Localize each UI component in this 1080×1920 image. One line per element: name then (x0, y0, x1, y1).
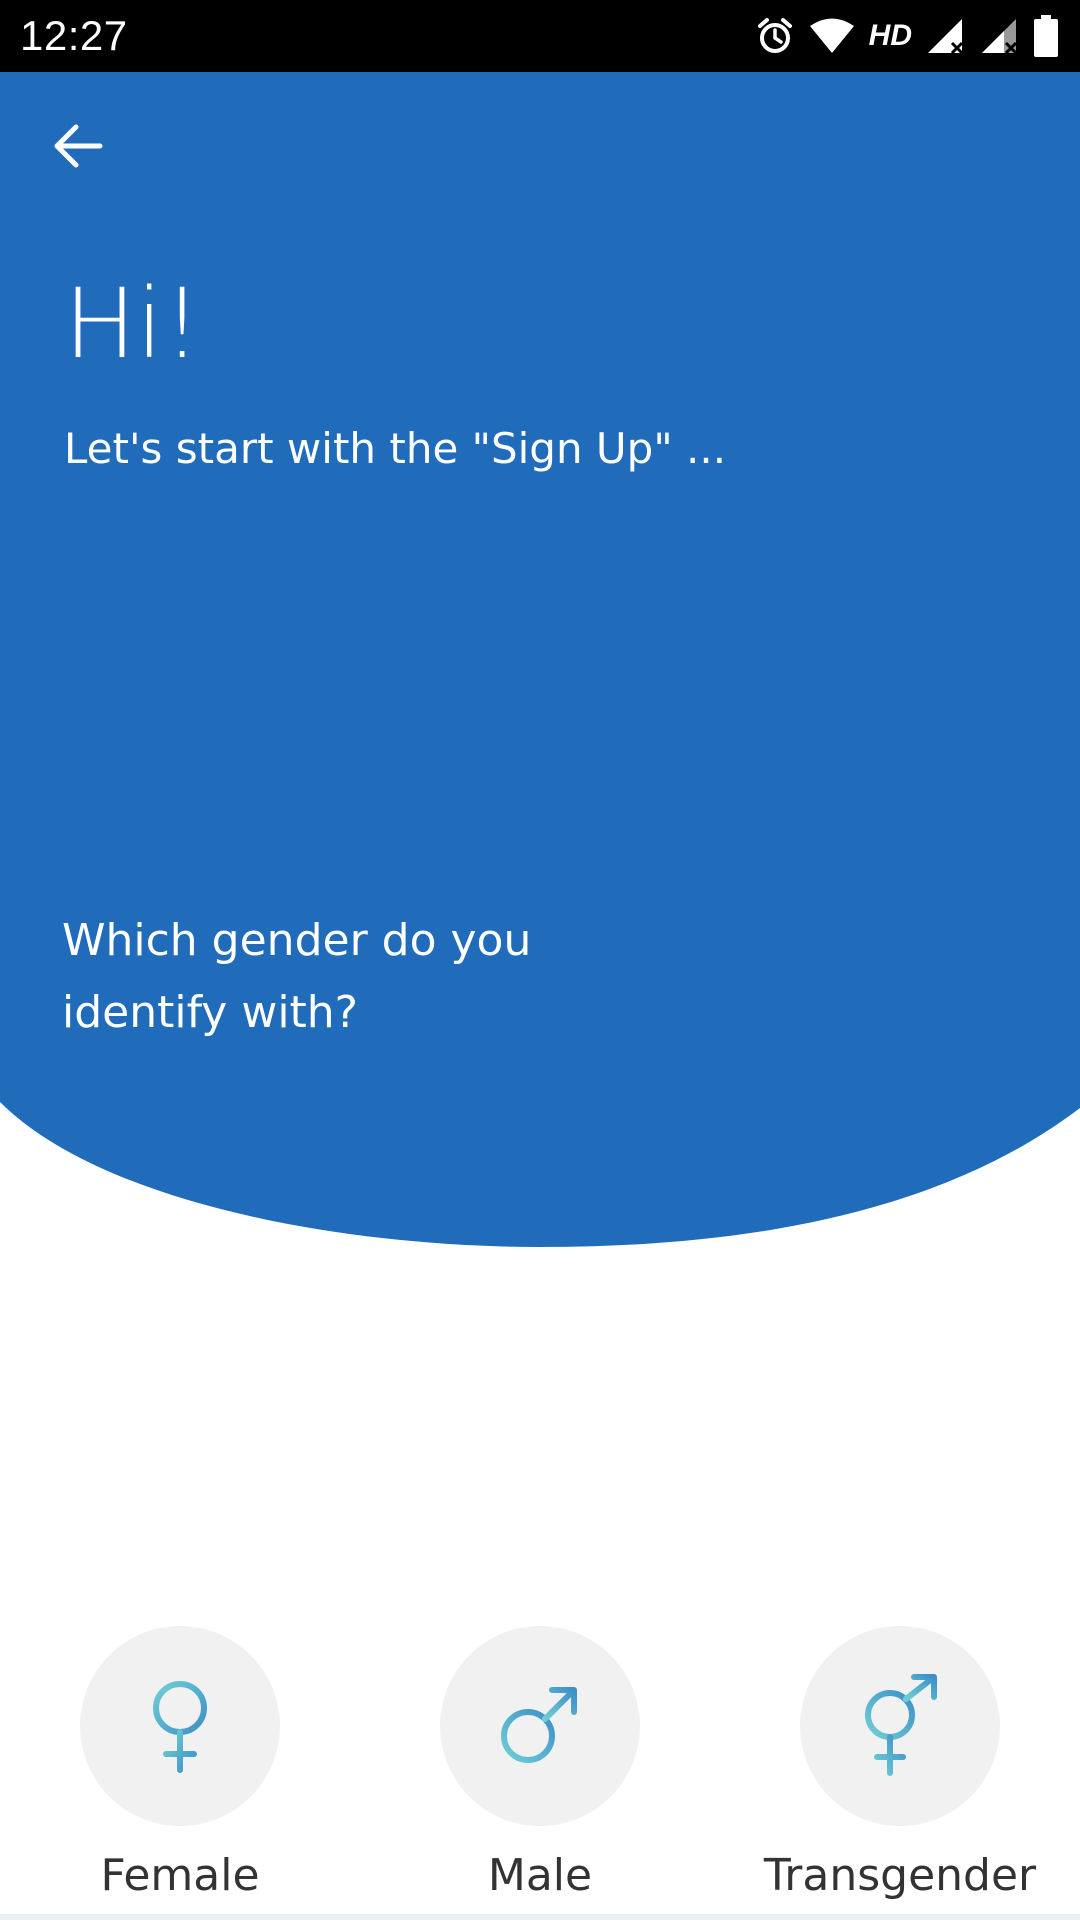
alarm-icon (755, 16, 795, 56)
gender-label-female: Female (100, 1850, 260, 1901)
signup-gender-screen: 12:27 HD Hi! Let's start with the "Sign … (0, 0, 1080, 1920)
gender-question-line-1: Which gender do you (62, 915, 532, 966)
page-title: Hi! (64, 268, 202, 380)
transgender-symbol-icon (850, 1669, 950, 1783)
gender-option-transgender[interactable]: Transgender (750, 1626, 1050, 1916)
header-background (0, 72, 1080, 1247)
signal-icon (926, 17, 966, 55)
gender-label-transgender: Transgender (763, 1850, 1037, 1901)
gender-label-male: Male (487, 1850, 593, 1901)
status-icons: HD (755, 15, 1058, 57)
arrow-left-icon (50, 118, 106, 178)
back-button[interactable] (40, 110, 116, 186)
gender-question: Which gender do you identify with? (62, 905, 622, 1049)
bottom-divider (0, 1914, 1080, 1920)
status-bar: 12:27 HD (0, 0, 1080, 72)
status-time: 12:27 (20, 12, 128, 59)
wifi-icon (809, 17, 855, 55)
battery-icon (1034, 15, 1058, 57)
gender-option-female[interactable]: Female (30, 1626, 330, 1916)
female-symbol-icon (140, 1674, 220, 1778)
hd-label: HD (868, 19, 912, 52)
male-symbol-icon (490, 1674, 590, 1778)
gender-circle-male[interactable] (440, 1626, 640, 1826)
signal-icon-2 (980, 17, 1020, 55)
gender-option-male[interactable]: Male (390, 1626, 690, 1916)
page-subtitle: Let's start with the "Sign Up" ... (64, 424, 727, 473)
gender-question-line-2: identify with? (62, 987, 359, 1038)
gender-circle-transgender[interactable] (800, 1626, 1000, 1826)
gender-circle-female[interactable] (80, 1626, 280, 1826)
